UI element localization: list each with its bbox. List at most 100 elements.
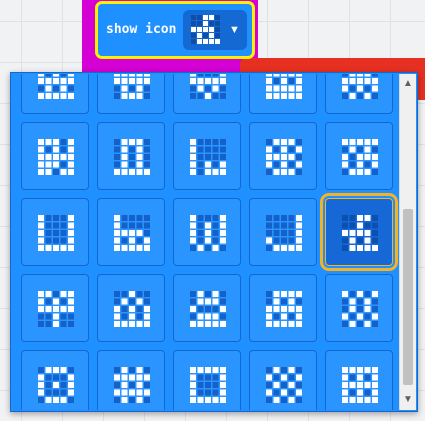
icon-option[interactable] [173, 122, 241, 190]
led-on [220, 78, 226, 84]
led-on [197, 245, 204, 251]
led-pattern-icon [342, 291, 378, 327]
led-off [288, 313, 295, 320]
led-on [203, 21, 208, 26]
led-off [296, 397, 302, 403]
led-on [68, 389, 74, 396]
led-on [136, 93, 143, 99]
icon-option[interactable] [325, 350, 393, 410]
led-off [45, 146, 52, 153]
icon-option[interactable] [21, 274, 89, 342]
led-on [349, 237, 356, 244]
icon-option[interactable] [97, 198, 165, 266]
led-on [215, 39, 220, 44]
led-off [121, 291, 128, 297]
led-on [349, 245, 356, 251]
led-off [342, 306, 348, 312]
led-off [357, 306, 363, 312]
icon-option[interactable] [325, 74, 393, 114]
led-off [281, 367, 287, 373]
led-on [45, 78, 52, 84]
led-on [288, 169, 295, 175]
icon-option[interactable] [173, 350, 241, 410]
led-on [68, 161, 74, 168]
led-off [212, 161, 219, 168]
icon-option[interactable] [249, 74, 317, 114]
icon-option[interactable] [173, 274, 241, 342]
led-on [136, 298, 143, 305]
scroll-down-arrow-icon[interactable]: ▼ [400, 392, 416, 408]
icon-option[interactable] [325, 122, 393, 190]
led-on [281, 154, 287, 160]
led-off [45, 74, 52, 77]
icon-option[interactable] [249, 350, 317, 410]
led-off [144, 382, 150, 388]
led-on [296, 245, 302, 251]
icon-option[interactable] [21, 198, 89, 266]
led-off [144, 161, 150, 168]
led-on [349, 139, 356, 145]
led-on [342, 397, 348, 403]
led-on [364, 93, 371, 99]
led-on [114, 169, 120, 175]
led-on [38, 222, 44, 229]
led-on [60, 397, 67, 403]
icon-option[interactable] [21, 350, 89, 410]
led-off [212, 382, 219, 388]
icon-option[interactable] [21, 74, 89, 114]
icon-option[interactable] [249, 198, 317, 266]
icon-option[interactable] [173, 198, 241, 266]
led-off [144, 215, 150, 221]
scroll-up-arrow-icon[interactable]: ▲ [400, 76, 416, 92]
icon-option[interactable] [173, 74, 241, 114]
icon-option[interactable] [97, 122, 165, 190]
led-on [197, 397, 204, 403]
led-on [197, 298, 204, 305]
icon-option[interactable] [97, 74, 165, 114]
led-on [197, 321, 204, 327]
led-on [212, 85, 219, 92]
led-on [357, 291, 363, 297]
led-off [136, 222, 143, 229]
led-on [296, 230, 302, 236]
led-pattern-icon [190, 74, 226, 99]
icon-option[interactable] [21, 122, 89, 190]
led-off [121, 306, 128, 312]
led-on [45, 154, 52, 160]
led-off [205, 245, 211, 251]
led-pattern-icon [190, 367, 226, 403]
led-on [190, 222, 196, 229]
led-off [129, 146, 135, 153]
led-on [45, 93, 52, 99]
led-on [296, 146, 302, 153]
led-off [364, 291, 371, 297]
led-on [129, 291, 135, 297]
led-off [197, 306, 204, 312]
icon-option[interactable] [249, 274, 317, 342]
led-on [136, 367, 143, 373]
dropdown-scrollbar[interactable]: ▲ ▼ [399, 74, 416, 410]
led-on [121, 161, 128, 168]
led-off [212, 74, 219, 77]
led-on [364, 139, 371, 145]
icon-option[interactable] [97, 350, 165, 410]
icon-option[interactable] [325, 274, 393, 342]
icon-option-selected[interactable] [320, 193, 398, 271]
icon-option[interactable] [249, 122, 317, 190]
led-off [296, 169, 302, 175]
show-icon-block[interactable]: show icon ▼ [95, 1, 255, 59]
led-on [38, 74, 44, 77]
led-on [136, 78, 143, 84]
led-on [357, 85, 363, 92]
scrollbar-thumb[interactable] [403, 209, 413, 385]
icon-dropdown-field[interactable]: ▼ [183, 10, 247, 50]
icon-option[interactable] [97, 274, 165, 342]
led-off [266, 382, 272, 388]
led-on [190, 306, 196, 312]
led-on [212, 78, 219, 84]
led-on [45, 245, 52, 251]
led-on [68, 230, 74, 236]
led-off [197, 154, 204, 160]
led-off [53, 237, 59, 244]
led-pattern-icon [266, 139, 302, 175]
